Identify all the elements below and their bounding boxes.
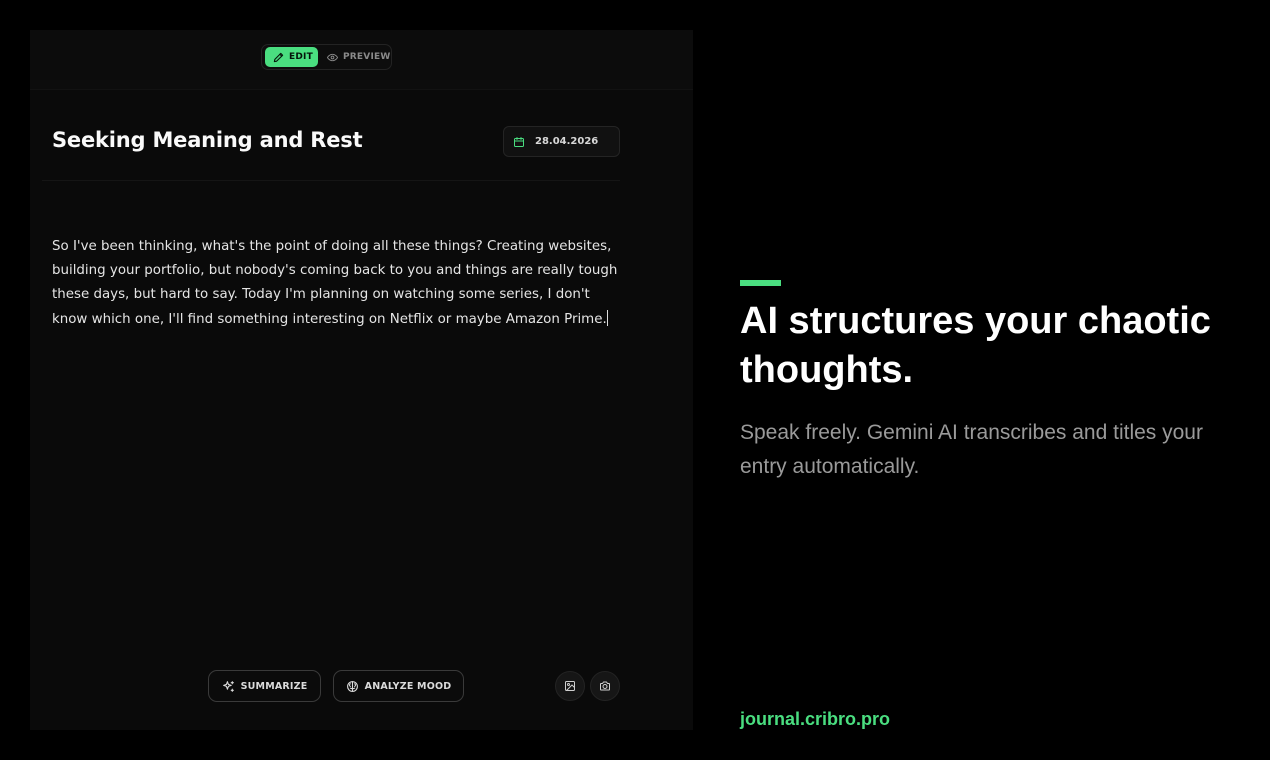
camera-button[interactable] bbox=[590, 671, 620, 701]
calendar-icon bbox=[513, 136, 525, 148]
entry-title[interactable]: Seeking Meaning and Rest bbox=[52, 128, 363, 152]
camera-icon bbox=[599, 680, 611, 692]
summarize-button[interactable]: SUMMARIZE bbox=[208, 670, 321, 702]
promo-subline: Speak freely. Gemini AI transcribes and … bbox=[740, 421, 1203, 478]
brain-icon bbox=[346, 680, 359, 693]
summarize-label: SUMMARIZE bbox=[240, 680, 308, 692]
entry-body-text: So I've been thinking, what's the point … bbox=[52, 239, 618, 327]
attach-image-button[interactable] bbox=[555, 671, 585, 701]
accent-bar bbox=[740, 280, 781, 286]
entry-body-editor[interactable]: So I've been thinking, what's the point … bbox=[52, 235, 627, 332]
date-picker[interactable]: 28.04.2026 bbox=[503, 126, 620, 157]
sparkles-icon bbox=[222, 680, 235, 693]
promo-headline: AI structures your chaotic thoughts. bbox=[740, 300, 1211, 391]
journal-editor-panel: EDIT PREVIEW Seeking Meaning and Rest 28… bbox=[30, 30, 693, 730]
site-link[interactable]: journal.cribro.pro bbox=[740, 709, 890, 730]
preview-mode-label: PREVIEW bbox=[343, 52, 391, 62]
pencil-icon bbox=[273, 52, 284, 63]
analyze-mood-label: ANALYZE MOOD bbox=[364, 680, 452, 692]
entry-date: 28.04.2026 bbox=[535, 136, 599, 147]
divider bbox=[42, 180, 620, 181]
analyze-mood-button[interactable]: ANALYZE MOOD bbox=[333, 670, 464, 702]
mode-toggle: EDIT PREVIEW bbox=[261, 44, 392, 70]
edit-mode-label: EDIT bbox=[289, 52, 313, 62]
preview-mode-button[interactable]: PREVIEW bbox=[327, 47, 390, 67]
text-caret bbox=[606, 309, 608, 326]
eye-icon bbox=[327, 52, 338, 63]
image-icon bbox=[564, 680, 576, 692]
edit-mode-button[interactable]: EDIT bbox=[265, 47, 318, 67]
editor-toolbar: EDIT PREVIEW bbox=[30, 30, 693, 90]
